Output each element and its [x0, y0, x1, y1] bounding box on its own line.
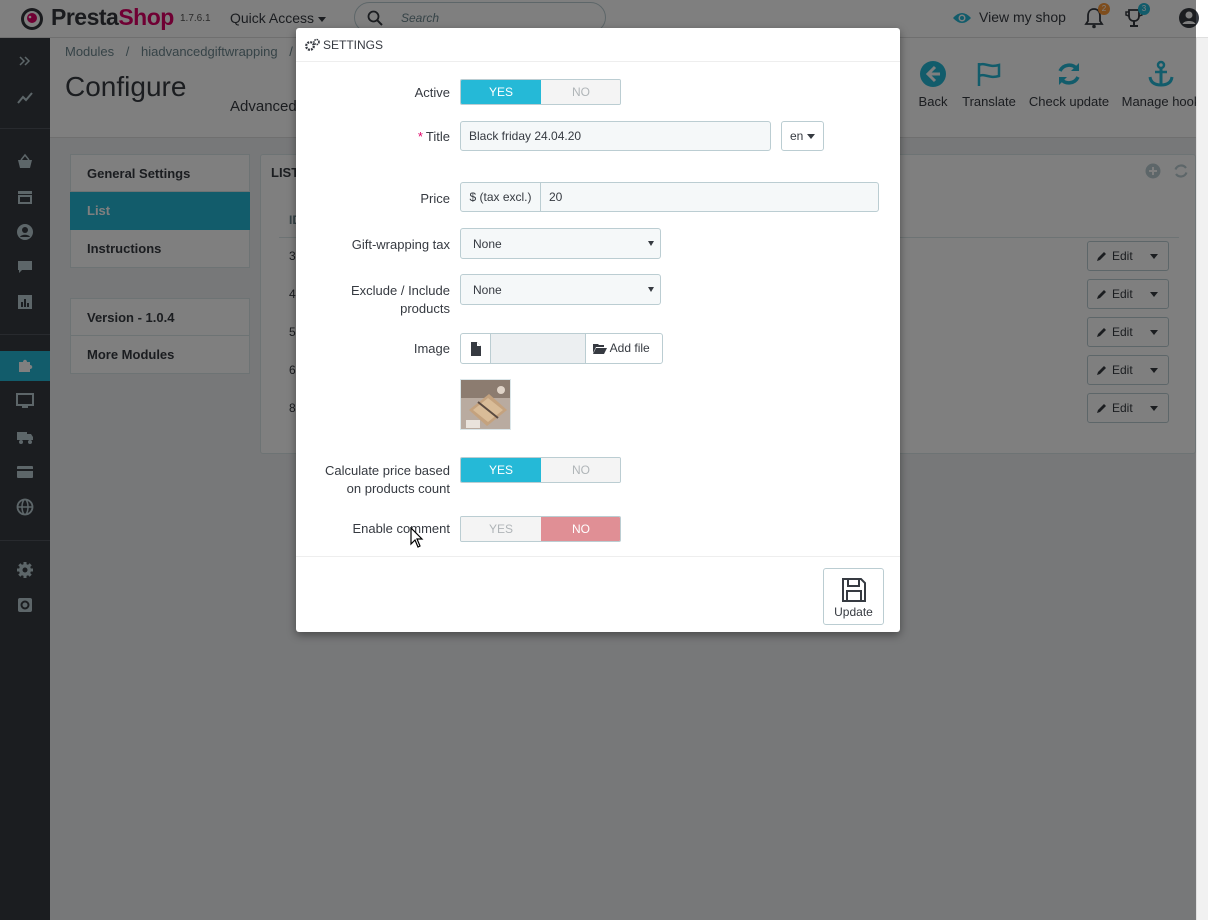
file-name-field[interactable] — [490, 333, 586, 364]
active-label: Active — [414, 85, 450, 100]
mouse-cursor-icon — [410, 527, 424, 548]
calc-label: Calculate price based on products count — [325, 462, 450, 498]
tax-label: Gift-wrapping tax — [351, 237, 450, 252]
calc-label-line1: Calculate price based — [324, 463, 450, 478]
cogs-icon — [305, 38, 320, 51]
file-icon-button[interactable] — [460, 333, 491, 364]
comment-no-option[interactable]: NO — [541, 517, 620, 541]
exclude-label-line1: Exclude / Include — [350, 283, 450, 298]
comment-label: Enable comment — [352, 521, 450, 536]
tax-select[interactable]: None — [460, 228, 661, 259]
price-label: Price — [420, 191, 450, 206]
add-file-button[interactable]: Add file — [585, 333, 663, 364]
active-no-option[interactable]: NO — [541, 80, 620, 104]
active-yes-option[interactable]: YES — [461, 80, 541, 104]
modal-header: SETTINGS — [296, 28, 900, 62]
price-field[interactable]: 20 — [540, 182, 879, 212]
exclude-select-value: None — [473, 283, 502, 297]
title-label: * Title — [418, 128, 450, 146]
title-field[interactable]: Black friday 24.04.20 — [460, 121, 771, 151]
modal-footer: Update — [296, 556, 900, 632]
chevron-down-icon — [807, 134, 815, 139]
exclude-label: Exclude / Include products — [351, 282, 450, 318]
update-label: Update — [834, 605, 873, 619]
calc-yes-option[interactable]: YES — [461, 458, 541, 482]
save-icon — [841, 578, 866, 602]
add-file-label: Add file — [609, 341, 650, 355]
settings-modal: SETTINGS Active YES NO * Title Black frid… — [296, 28, 900, 632]
language-value: en — [790, 129, 804, 143]
calc-label-line2: on products count — [346, 481, 450, 496]
tax-select-value: None — [473, 237, 502, 251]
update-button[interactable]: Update — [823, 568, 884, 625]
active-switch[interactable]: YES NO — [460, 79, 621, 105]
calc-no-option[interactable]: NO — [541, 458, 620, 482]
modal-title: SETTINGS — [323, 38, 384, 52]
file-icon — [470, 342, 481, 356]
page-scrollbar[interactable] — [1196, 38, 1208, 920]
language-dropdown[interactable]: en — [781, 121, 824, 151]
gift-photo-image — [461, 380, 510, 429]
title-label-text: Title — [425, 129, 450, 144]
enable-comment-switch[interactable]: YES NO — [460, 516, 621, 542]
image-thumbnail — [460, 379, 511, 430]
exclude-select[interactable]: None — [460, 274, 661, 305]
price-prefix: $ (tax excl.) — [460, 182, 541, 212]
chevron-down-icon — [648, 241, 654, 246]
image-label: Image — [413, 341, 450, 356]
calc-price-switch[interactable]: YES NO — [460, 457, 621, 483]
required-marker: * — [417, 129, 423, 144]
folder-open-icon — [593, 344, 607, 354]
exclude-label-line2: products — [400, 301, 450, 316]
comment-yes-option[interactable]: YES — [461, 517, 541, 541]
chevron-down-icon — [648, 287, 654, 292]
